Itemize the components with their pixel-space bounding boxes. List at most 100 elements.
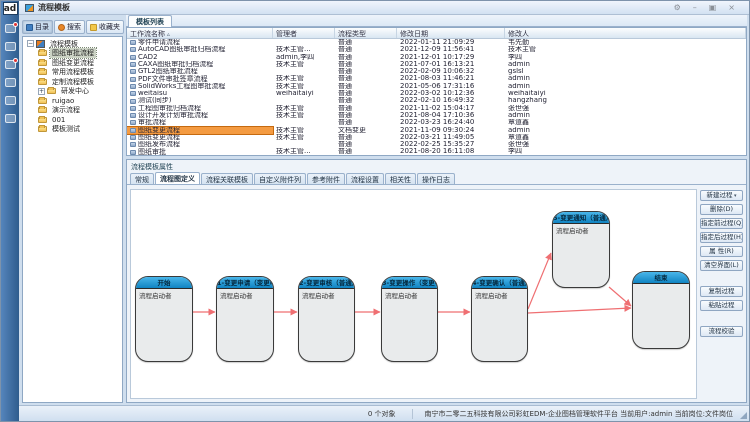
minimize-icon[interactable]: – [693, 4, 697, 12]
tree-item[interactable]: 图纸变更流程 [23, 58, 122, 68]
tree-item[interactable]: 演示流程 [23, 106, 122, 116]
button-流程校验[interactable]: 流程校验 [700, 326, 743, 337]
flow-node-step2[interactable]: 2-变更审核（普通）流程启动者 [298, 276, 355, 362]
left-tab-目录[interactable]: 目录 [22, 20, 53, 34]
column-header-3[interactable]: 流程类型 [335, 28, 397, 38]
folder-icon [38, 50, 47, 56]
tree-item[interactable]: ruigao [23, 96, 122, 106]
button-粘贴过程[interactable]: 粘贴过程 [700, 300, 743, 311]
close-icon[interactable]: × [728, 4, 735, 12]
tree-item[interactable]: 001 [23, 115, 122, 125]
workflow-name-cell: 图纸变更流程 [127, 134, 273, 141]
organization-icon[interactable] [5, 96, 16, 105]
workflow-name: GTL2图纸审批流程 [138, 68, 198, 75]
settings-icon[interactable]: ⚙ [674, 4, 681, 12]
flow-node-end[interactable]: 结束 [632, 271, 690, 349]
tree-item[interactable]: 定制流程模板 [23, 77, 122, 87]
tab-自定义附件列[interactable]: 自定义附件列 [254, 173, 306, 184]
tab-操作日志[interactable]: 操作日志 [417, 173, 455, 184]
table-row[interactable]: 工程图审批归档流程技术主管普通2021-11-02 15:04:17张世强 [127, 105, 746, 112]
workflow-icon [130, 142, 136, 147]
button-删除D[interactable]: 删除(D) [700, 204, 743, 215]
tree-item[interactable]: +研发中心 [23, 87, 122, 97]
column-header-4[interactable]: 修改日期 [397, 28, 505, 38]
left-tab-搜索[interactable]: 搜索 [54, 20, 85, 34]
button-新建过程[interactable]: 新建过程 ▾ [700, 190, 743, 201]
tree-item[interactable]: 图纸审批流程 [23, 49, 122, 59]
workflow-manager [273, 97, 335, 104]
tab-参考附件[interactable]: 参考附件 [307, 173, 345, 184]
table-row[interactable]: 图纸发布流程普通2022-02-25 15:35:27张世强 [127, 141, 746, 148]
workflow-modifier: admin [505, 61, 746, 68]
workflow-type: 普通 [335, 141, 397, 148]
workflow-modified-date: 2021-12-01 10:17:29 [397, 54, 505, 61]
tab-流程设置[interactable]: 流程设置 [346, 173, 384, 184]
monitor-icon[interactable] [5, 24, 16, 33]
workflow-modifier: admin [505, 75, 746, 82]
table-row[interactable]: 图纸变更流程技术主管文档变更2021-11-09 09:30:24admin [127, 127, 746, 134]
tab-常规[interactable]: 常规 [130, 173, 154, 184]
workflow-modifier: 技术主管 [505, 46, 746, 53]
workflow-name: 审批流程 [138, 119, 166, 126]
flow-node-step1[interactable]: 1-变更申请（变更申请者）流程启动者 [216, 276, 274, 362]
folder-icon [47, 88, 56, 94]
folder-icon[interactable] [5, 42, 16, 51]
tab-template-list[interactable]: 模板列表 [128, 15, 172, 27]
pages-icon[interactable] [5, 78, 16, 87]
status-bar: 0 个对象 南宁市二零二五科技有限公司彩虹EDM-企业图档管理软件平台 当前用户… [19, 405, 749, 421]
workflow-manager: 技术主管 [273, 83, 335, 90]
right-area: 模板列表 工作流名称 ▵管理者流程类型修改日期修改人 零件申请流程普通2022-… [126, 15, 747, 403]
left-tab-收藏夹[interactable]: 收藏夹 [86, 20, 124, 34]
flow-node-step3[interactable]: 3-变更操作（变更者）流程启动者 [381, 276, 438, 362]
workflow-name-cell: CAXA图纸审批归档流程 [127, 61, 273, 68]
restore-icon[interactable]: ▣ [709, 4, 717, 12]
workflow-name-cell: 零件申请流程 [127, 39, 273, 46]
tree-item[interactable]: 常用流程模板 [23, 68, 122, 78]
tab-流程图定义[interactable]: 流程图定义 [155, 172, 200, 184]
table-row[interactable]: 测试(同步)普通2022-02-10 16:49:32hangzhang [127, 97, 746, 104]
notification-badge [13, 58, 18, 63]
flow-node-step5[interactable]: 5-变更通知（普通）流程启动者 [552, 211, 610, 288]
table-row[interactable]: 零件申请流程普通2022-01-11 21:09:29韦先勤 [127, 39, 746, 46]
table-row[interactable]: CAD2admin,李四普通2021-12-01 10:17:29李四 [127, 54, 746, 61]
column-header-2[interactable]: 管理者 [273, 28, 335, 38]
flow-node-step4[interactable]: 4-变更确认（普通）流程启动者 [471, 276, 528, 362]
table-row[interactable]: SolidWorks工程图审批流程技术主管普通2021-05-06 17:31:… [127, 83, 746, 90]
button-属性R[interactable]: 属 性(R) [700, 246, 743, 257]
resize-grip-icon[interactable] [740, 412, 747, 419]
activity-icon[interactable] [5, 60, 16, 69]
tree-root[interactable]: −流程模板 [23, 39, 122, 49]
column-header-5[interactable]: 修改人 [505, 28, 746, 38]
table-row[interactable]: AutoCAD图纸审批归档流程技术主管...普通2021-12-09 11:56… [127, 46, 746, 53]
workflow-name-cell: 测试(同步) [127, 97, 273, 104]
collapse-icon[interactable]: − [27, 40, 34, 47]
table-row[interactable]: 图纸变更流程技术主管普通2022-03-21 11:49:05覃道鑫 [127, 134, 746, 141]
table-row[interactable]: GTL2图纸审批流程普通2022-02-09 10:06:32gslsl [127, 68, 746, 75]
workflow-modifier: gslsl [505, 68, 746, 75]
flow-canvas[interactable]: 开始流程启动者 1-变更申请（变更申请者）流程启动者 2-变更审核（普通）流程启动者… [130, 189, 697, 399]
flow-node-start[interactable]: 开始流程启动者 [135, 276, 193, 362]
button-指定前过程Q[interactable]: 指定前过程(Q) [700, 218, 743, 229]
table-row[interactable]: 审批流程普通2022-03-23 16:24:40覃道鑫 [127, 119, 746, 126]
tab-相关性[interactable]: 相关性 [385, 173, 416, 184]
tab-流程关联模板[interactable]: 流程关联模板 [201, 173, 253, 184]
tree-item[interactable]: 模板测试 [23, 125, 122, 135]
table-row[interactable]: weitaisuweihaitaiyi普通2022-03-02 10:12:36… [127, 90, 746, 97]
button-清空界面L[interactable]: 清空界面(L) [700, 260, 743, 271]
button-指定后过程H[interactable]: 指定后过程(H) [700, 232, 743, 243]
column-header-1[interactable]: 工作流名称 ▵ [127, 28, 273, 38]
workflow-modified-date: 2022-01-11 21:09:29 [397, 39, 505, 46]
table-row[interactable]: CAXA图纸审批归档流程技术主管普通2021-07-01 16:13:21adm… [127, 61, 746, 68]
table-row[interactable]: 图纸审批技术主管...普通2021-08-20 16:11:08李四 [127, 148, 746, 155]
expand-icon[interactable]: + [38, 88, 45, 95]
table-row[interactable]: 设计开发计划审批流程技术主管普通2021-08-04 17:10:36admin [127, 112, 746, 119]
process-template-window: ad 流程模板 ⚙–▣× 目录搜索收藏夹 −流程模板图纸审批流程图纸变更流程常用… [0, 0, 750, 422]
table-row[interactable]: PDF文件审批签章流程技术主管普通2021-08-03 11:46:21admi… [127, 75, 746, 82]
button-复制过程[interactable]: 复制过程 [700, 286, 743, 297]
properties-title: 流程模板属性 [127, 160, 746, 173]
workflow-icon [130, 55, 136, 60]
gear-icon[interactable] [5, 114, 16, 123]
workflow-modified-date: 2021-08-03 11:46:21 [397, 75, 505, 82]
flow-node-title: 2-变更审核（普通） [299, 277, 354, 289]
flow-node-title: 开始 [136, 277, 192, 289]
